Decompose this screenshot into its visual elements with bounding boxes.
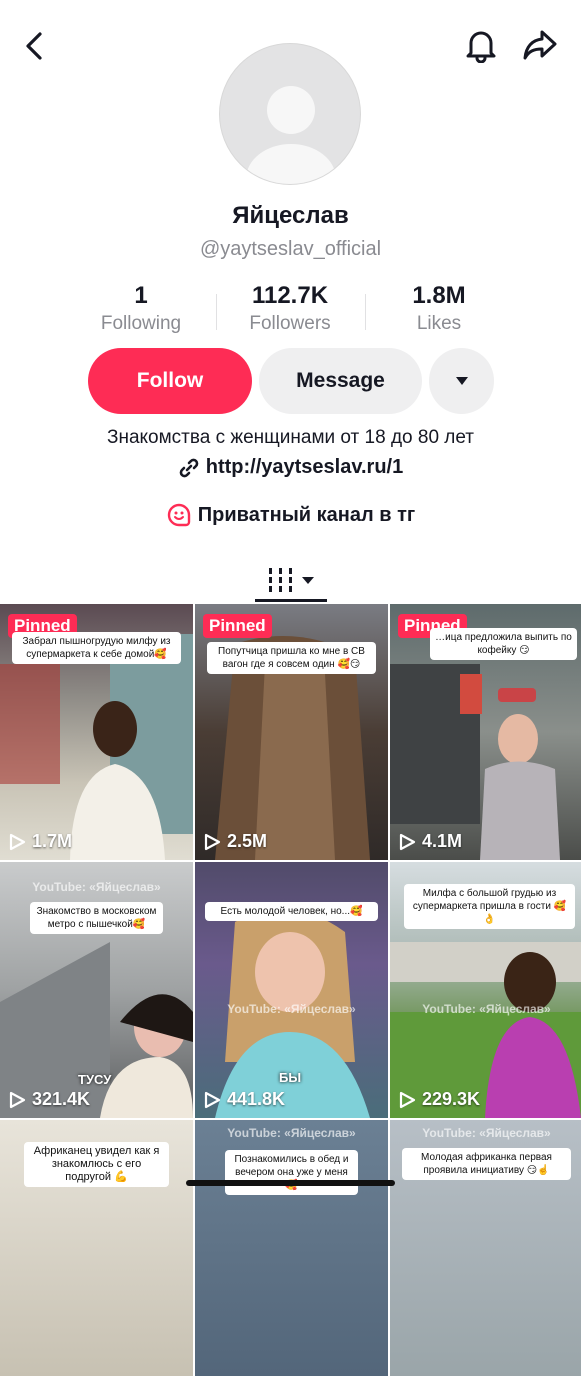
grid-icon [269, 568, 292, 592]
watermark: YouTube: «Яйцеслав» [227, 1002, 356, 1016]
view-count: 441.8K [203, 1089, 285, 1110]
view-count-text: 2.5M [227, 831, 268, 851]
video-tile[interactable]: YouTube: «Яйцеслав» Молодая африканка пе… [390, 1120, 581, 1376]
watermark: YouTube: «Яйцеслав» [422, 1002, 551, 1016]
view-count-text: 4.1M [422, 831, 463, 851]
video-tile[interactable]: Pinned Попутчица пришла ко мне в СВ ваго… [195, 604, 388, 860]
bio-link[interactable]: http://yaytseslav.ru/1 [0, 456, 581, 479]
view-count-text: 441.8K [227, 1089, 286, 1109]
view-count: 229.3K [398, 1089, 480, 1110]
stat-value: 1.8M [412, 282, 466, 309]
view-count: 2.5M [203, 831, 267, 852]
stat-value: 112.7K [251, 282, 329, 309]
stat-following[interactable]: 1 Following [61, 282, 221, 337]
video-caption: Забрал пышногрудую милфу из супермаркета… [12, 632, 181, 664]
home-indicator [186, 1180, 395, 1186]
avatar-placeholder-head [267, 86, 315, 134]
video-caption: Знакомство в московском метро с пышечкой… [30, 902, 163, 934]
play-icon [9, 833, 26, 850]
username: @yaytseslav_official [199, 238, 382, 260]
more-options-button[interactable] [429, 348, 494, 414]
tab-videos[interactable] [255, 558, 327, 602]
channel-link-text: Приватный канал в тг [197, 503, 416, 526]
play-icon [204, 1091, 221, 1108]
channel-link[interactable]: Приватный канал в тг [0, 502, 581, 528]
play-icon [399, 833, 416, 850]
video-subtitle: ТУСУ [78, 1072, 112, 1087]
video-caption: Молодая африканка первая проявила инициа… [402, 1148, 571, 1180]
play-icon [9, 1091, 26, 1108]
video-subtitle: БЫ [279, 1070, 302, 1085]
chat-bubble-icon [167, 503, 190, 527]
stat-likes[interactable]: 1.8M Likes [359, 282, 519, 337]
avatar[interactable] [219, 43, 361, 185]
play-icon [204, 833, 221, 850]
video-tile[interactable]: YouTube: «Яйцеслав» Знакомство в московс… [0, 862, 193, 1118]
message-button[interactable]: Message [259, 348, 422, 414]
video-caption: …ица предложила выпить по кофейку 😏 [430, 628, 577, 660]
stat-label: Likes [416, 313, 462, 334]
video-tile[interactable]: Африканец увидел как я знакомлюсь с его … [0, 1120, 193, 1376]
back-icon[interactable] [14, 26, 54, 66]
video-caption: Милфа с большой грудью из супермаркета п… [404, 884, 575, 929]
watermark: YouTube: «Яйцеслав» [227, 1126, 356, 1140]
view-count: 4.1M [398, 831, 462, 852]
video-tile[interactable]: YouTube: «Яйцеслав» Познакомились в обед… [195, 1120, 388, 1376]
video-caption: Есть молодой человек, но...🥰 [205, 902, 378, 921]
display-name: Яйцеслав [232, 202, 349, 229]
video-caption: Африканец увидел как я знакомлюсь с его … [24, 1142, 169, 1187]
view-count-text: 1.7M [32, 831, 73, 851]
avatar-placeholder-body [246, 144, 336, 184]
stat-followers[interactable]: 112.7K Followers [210, 282, 370, 337]
play-icon [399, 1091, 416, 1108]
pinned-badge: Pinned [203, 614, 272, 638]
link-icon [179, 458, 199, 477]
stat-label: Followers [249, 313, 331, 334]
video-tile[interactable]: Милфа с большой грудью из супермаркета п… [390, 862, 581, 1118]
content-tabs [0, 558, 581, 604]
video-tile[interactable]: Pinned …ица предложила выпить по кофейку… [390, 604, 581, 860]
stat-value: 1 [134, 282, 148, 309]
share-icon[interactable] [518, 24, 562, 66]
video-caption: Попутчица пришла ко мне в СВ вагон где я… [207, 642, 376, 674]
video-tile[interactable]: Pinned Забрал пышногрудую милфу из супер… [0, 604, 193, 860]
stat-label: Following [100, 313, 182, 334]
video-tile[interactable]: Есть молодой человек, но...🥰 YouTube: «Я… [195, 862, 388, 1118]
video-caption: Познакомились в обед и вечером она уже у… [225, 1150, 358, 1195]
watermark: YouTube: «Яйцеслав» [422, 1126, 551, 1140]
bio-text: Знакомства с женщинами от 18 до 80 лет [106, 427, 475, 448]
bio-link-text: http://yaytseslav.ru/1 [205, 456, 404, 478]
view-count: 321.4K [8, 1089, 90, 1110]
watermark: YouTube: «Яйцеслав» [32, 880, 161, 894]
bell-icon[interactable] [460, 24, 502, 66]
follow-button[interactable]: Follow [88, 348, 252, 414]
active-tab-indicator [255, 599, 327, 602]
view-count: 1.7M [8, 831, 72, 852]
caret-down-icon [455, 377, 468, 385]
view-count-text: 321.4K [32, 1089, 91, 1109]
caret-down-icon [302, 576, 314, 584]
view-count-text: 229.3K [422, 1089, 481, 1109]
